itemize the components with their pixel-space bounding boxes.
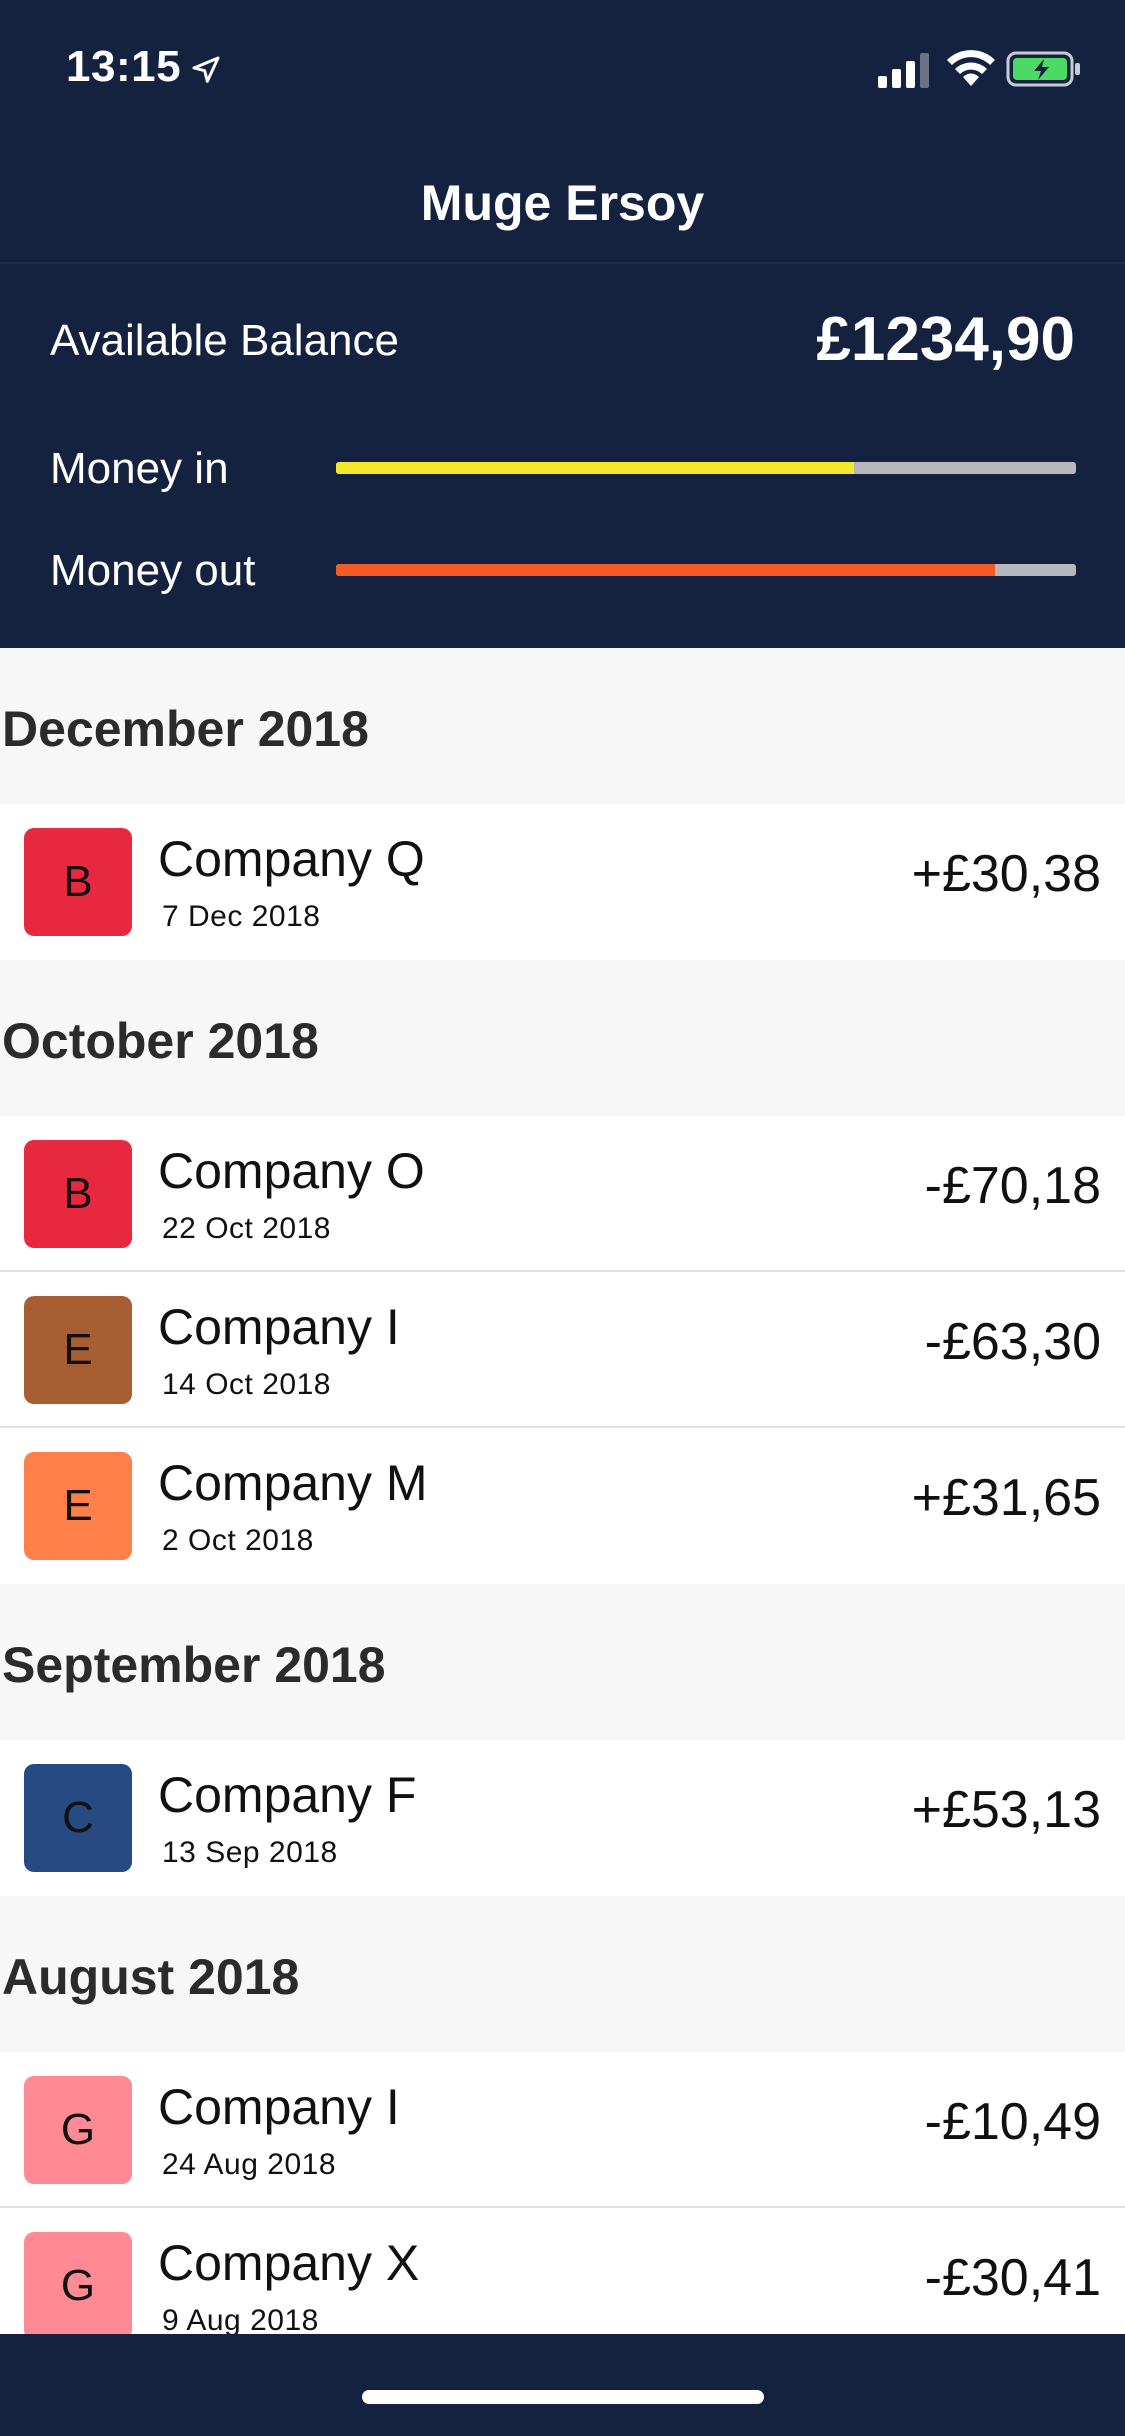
wifi-icon (947, 50, 995, 86)
merchant-avatar: B (24, 828, 132, 936)
money-in-label: Money in (50, 444, 229, 493)
section-header: September 2018 (0, 1584, 1125, 1740)
money-out-bar (336, 564, 1076, 576)
balance-label: Available Balance (50, 316, 399, 365)
balance-summary: Available Balance £1234,90 Money in Mone… (0, 264, 1125, 648)
merchant-name: Company M (158, 1455, 428, 1511)
money-in-bar-fill (336, 462, 854, 474)
transaction-row[interactable]: G Company X 9 Aug 2018 -£30,41 (0, 2208, 1125, 2334)
transaction-amount: +£31,65 (911, 1469, 1101, 1527)
transaction-date: 7 Dec 2018 (162, 900, 321, 933)
merchant-avatar: G (24, 2076, 132, 2184)
merchant-avatar: C (24, 1764, 132, 1872)
transaction-amount: -£30,41 (924, 2249, 1101, 2307)
merchant-name: Company F (158, 1767, 417, 1823)
transaction-amount: +£53,13 (911, 1781, 1101, 1839)
home-indicator[interactable] (362, 2390, 764, 2404)
money-in-bar (336, 462, 1076, 474)
merchant-name: Company I (158, 2079, 400, 2135)
money-out-bar-fill (336, 564, 995, 576)
merchant-name: Company Q (158, 831, 425, 887)
merchant-avatar: E (24, 1452, 132, 1560)
transaction-row[interactable]: E Company M 2 Oct 2018 +£31,65 (0, 1428, 1125, 1584)
transaction-amount: +£30,38 (911, 845, 1101, 903)
transaction-list[interactable]: December 2018 B Company Q 7 Dec 2018 +£3… (0, 648, 1125, 2334)
cellular-signal-icon (878, 53, 929, 88)
status-time: 13:15 (66, 42, 182, 91)
section-header: December 2018 (0, 648, 1125, 804)
section-title: October 2018 (2, 1013, 319, 1069)
transaction-row[interactable]: B Company O 22 Oct 2018 -£70,18 (0, 1116, 1125, 1272)
merchant-avatar: B (24, 1140, 132, 1248)
merchant-avatar: G (24, 2232, 132, 2334)
money-out-label: Money out (50, 546, 256, 595)
merchant-avatar: E (24, 1296, 132, 1404)
page-title: Muge Ersoy (420, 175, 705, 231)
balance-value: £1234,90 (816, 305, 1075, 374)
transaction-row[interactable]: G Company I 24 Aug 2018 -£10,49 (0, 2052, 1125, 2208)
merchant-name: Company X (158, 2235, 420, 2291)
section-header: October 2018 (0, 960, 1125, 1116)
transaction-amount: -£63,30 (924, 1313, 1101, 1371)
transaction-amount: -£70,18 (924, 1157, 1101, 1215)
navigation-bar: Muge Ersoy (0, 134, 1125, 264)
section-header: August 2018 (0, 1896, 1125, 2052)
transaction-date: 22 Oct 2018 (162, 1212, 331, 1245)
battery-charging-icon (1006, 51, 1080, 87)
merchant-name: Company I (158, 1299, 400, 1355)
transaction-date: 13 Sep 2018 (162, 1836, 338, 1869)
transaction-row[interactable]: B Company Q 7 Dec 2018 +£30,38 (0, 804, 1125, 960)
transaction-date: 24 Aug 2018 (162, 2148, 337, 2181)
transaction-date: 14 Oct 2018 (162, 1368, 331, 1401)
section-title: September 2018 (2, 1637, 386, 1693)
transaction-row[interactable]: C Company F 13 Sep 2018 +£53,13 (0, 1740, 1125, 1896)
transaction-row[interactable]: E Company I 14 Oct 2018 -£63,30 (0, 1272, 1125, 1428)
transaction-date: 2 Oct 2018 (162, 1524, 314, 1557)
status-bar: 13:15 (0, 0, 1125, 134)
bottom-bar (0, 2334, 1125, 2436)
location-arrow-icon (192, 56, 220, 83)
transaction-amount: -£10,49 (924, 2093, 1101, 2151)
section-title: December 2018 (2, 701, 369, 757)
merchant-name: Company O (158, 1143, 425, 1199)
transaction-date: 9 Aug 2018 (162, 2304, 319, 2334)
section-title: August 2018 (2, 1949, 300, 2005)
